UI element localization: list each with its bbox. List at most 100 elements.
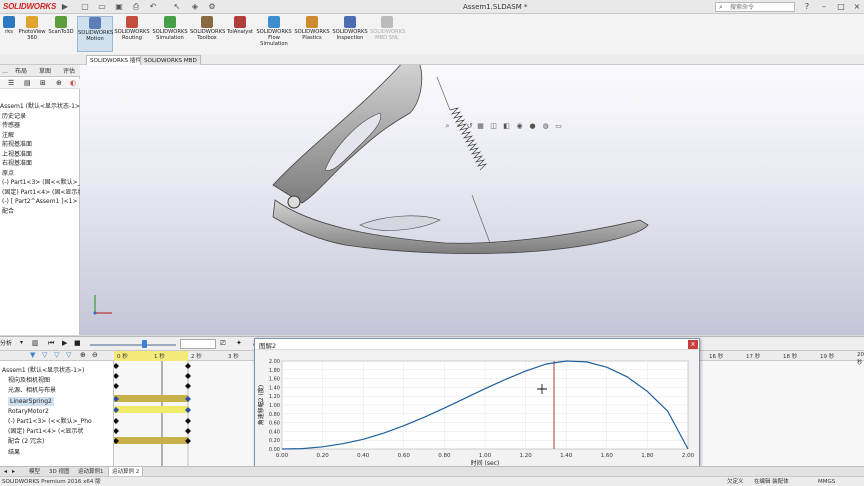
graphics-viewport[interactable]: ⌕ ⌕ ↺ ▦ ◫ ◧ ◉ ● ◍ ▭ bbox=[80, 65, 864, 335]
feature-tree-item[interactable]: 右视基准面 bbox=[2, 159, 32, 168]
keyframe-diamond[interactable] bbox=[114, 418, 119, 424]
open-icon[interactable]: ▭ bbox=[97, 2, 107, 12]
solidworks-logo[interactable]: SOLIDWORKS bbox=[3, 2, 56, 11]
feature-tree-item[interactable]: (固定) Part1<4> (固<显示状 bbox=[2, 188, 83, 197]
filter-selected-icon[interactable]: ▽ bbox=[66, 351, 71, 359]
motion-tree-item[interactable]: 配合 (2 冗余) bbox=[8, 437, 44, 446]
help-icon[interactable]: ? bbox=[800, 1, 814, 13]
tab-evaluate[interactable]: 评估 bbox=[58, 66, 80, 77]
keyframe-diamond[interactable] bbox=[114, 383, 119, 389]
feature-tree-item[interactable]: (-) Part1<3> (固<<默认>_Pho bbox=[2, 178, 92, 187]
ribbon-button-7[interactable]: TolAnalyst bbox=[226, 16, 254, 52]
play-icon[interactable]: ▶ bbox=[62, 339, 67, 347]
tab-solidworks-addins[interactable]: SOLIDWORKS 插件 bbox=[86, 55, 146, 65]
calculate-icon[interactable]: ▥ bbox=[32, 339, 39, 347]
title-bar: SOLIDWORKS ▶ ▢ ▭ ▣ ⎙ ↶ ↖ ◈ ⚙ Assem1.SLDA… bbox=[0, 0, 864, 14]
keyframe-diamond[interactable] bbox=[185, 383, 191, 389]
undo-icon[interactable]: ↶ bbox=[148, 2, 158, 12]
feature-tree-item[interactable]: 配合 bbox=[2, 207, 14, 216]
property-icon[interactable]: ▤ bbox=[24, 79, 31, 87]
filter-icon[interactable]: ▼ bbox=[30, 351, 35, 359]
ribbon-button-4[interactable]: SOLIDWORKS Routing bbox=[114, 16, 150, 52]
dropdown-chevron-icon[interactable]: ▾ bbox=[20, 339, 23, 346]
x-tick-label: 1.00 bbox=[479, 453, 492, 459]
feature-tree-item[interactable]: 原点 bbox=[2, 169, 14, 178]
pliers-model[interactable] bbox=[80, 65, 864, 335]
ribbon-button-10[interactable]: SOLIDWORKS Inspection bbox=[332, 16, 368, 52]
feature-tree-item[interactable]: Assem1 (默认<显示状态-1>) bbox=[0, 102, 82, 111]
feature-tree-item[interactable]: 上视基准面 bbox=[2, 150, 32, 159]
graph-title-bar[interactable]: 图解2 bbox=[255, 339, 699, 350]
select-icon[interactable]: ↖ bbox=[172, 2, 182, 12]
config-icon[interactable]: ⊞ bbox=[40, 79, 46, 87]
filter-driving-icon[interactable]: ▽ bbox=[54, 351, 59, 359]
feature-tree-icon[interactable]: ☰ bbox=[8, 79, 14, 87]
zoom-in-icon[interactable]: ⊕ bbox=[80, 351, 86, 359]
restore-button[interactable]: □ bbox=[834, 1, 848, 13]
search-input[interactable]: ⌕ 搜索命令 bbox=[715, 2, 795, 12]
ribbon-button-11[interactable]: SOLIDWORKS MBD SNL bbox=[370, 16, 405, 52]
keyframe-diamond[interactable] bbox=[185, 363, 191, 369]
filter-animated-icon[interactable]: ▽ bbox=[42, 351, 47, 359]
keyframe-diamond[interactable] bbox=[114, 373, 119, 379]
ribbon-button-1[interactable]: PhotoView 360 bbox=[18, 16, 46, 52]
status-bar: SOLIDWORKS Premium 2016 x64 版 欠定义 在编辑 装配… bbox=[0, 476, 864, 486]
motion-tree-item[interactable]: (-) Part1<3> (<<默认>_Pho bbox=[8, 417, 92, 426]
keyframe-diamond[interactable] bbox=[114, 363, 119, 369]
stop-icon[interactable]: ■ bbox=[74, 339, 81, 347]
playback-speed-select[interactable] bbox=[180, 339, 216, 349]
save-icon[interactable]: ▣ bbox=[114, 2, 124, 12]
tab-overflow[interactable]: … bbox=[0, 66, 10, 77]
minimize-button[interactable]: – bbox=[817, 1, 831, 13]
zoom-out-icon[interactable]: ⊖ bbox=[92, 351, 98, 359]
feature-tree-item[interactable]: 历史记录 bbox=[2, 112, 26, 121]
rebuild-icon[interactable]: ◈ bbox=[190, 2, 200, 12]
status-edit-mode[interactable]: 在编辑 装配体 bbox=[754, 478, 789, 486]
graph-close-button[interactable]: x bbox=[688, 340, 698, 349]
motion-tree-item[interactable]: (固定) Part1<4> (<显示状 bbox=[8, 427, 83, 436]
dimxpert-icon[interactable]: ⊕ bbox=[56, 79, 62, 87]
new-icon[interactable]: ▢ bbox=[80, 2, 90, 12]
play-from-start-icon[interactable]: ⏮ bbox=[48, 339, 54, 348]
tab-solidworks-mbd[interactable]: SOLIDWORKS MBD bbox=[140, 55, 201, 65]
ribbon-addin-icon bbox=[201, 16, 213, 28]
ribbon-button-label: Simulation bbox=[260, 41, 288, 47]
keyframe-diamond[interactable] bbox=[114, 428, 119, 434]
save-animation-icon[interactable]: ⎚ bbox=[220, 339, 226, 348]
results-graph-window[interactable]: 图解2 x 0.00 0.20 0.40 0.60 0.80 1.00 1.20 1.40 1.… bbox=[254, 338, 700, 474]
ribbon-button-5[interactable]: SOLIDWORKS Simulation bbox=[152, 16, 188, 52]
keyframe-diamond[interactable] bbox=[185, 418, 191, 424]
animation-wizard-icon[interactable]: ✦ bbox=[236, 339, 242, 347]
tab-layout[interactable]: 布局 bbox=[10, 66, 32, 77]
ribbon-button-6[interactable]: SOLIDWORKS Toolbox bbox=[190, 16, 225, 52]
keyframe-diamond[interactable] bbox=[185, 428, 191, 434]
feature-tree-item[interactable]: 注解 bbox=[2, 131, 14, 140]
play-arrow-icon[interactable]: ▶ bbox=[60, 2, 70, 12]
ribbon-button-8[interactable]: SOLIDWORKS Flow Simulation bbox=[256, 16, 292, 52]
motion-tree-item[interactable]: Assem1 (默认<显示状态-1>) bbox=[2, 366, 84, 375]
options-icon[interactable]: ⚙ bbox=[207, 2, 217, 12]
motion-tree-item[interactable]: 视向及相机视图 bbox=[8, 376, 50, 385]
motion-tree-item[interactable]: LinearSpring2 bbox=[8, 396, 54, 406]
feature-tree-item[interactable]: 前视基准面 bbox=[2, 140, 32, 149]
motion-tree-item[interactable]: RotaryMotor2 bbox=[8, 407, 49, 416]
ribbon-button-0[interactable]: rks bbox=[0, 16, 18, 52]
tab-sketch[interactable]: 草图 bbox=[34, 66, 56, 77]
ribbon-button-3[interactable]: SOLIDWORKS Motion bbox=[77, 16, 113, 52]
motion-tree-item[interactable]: 结果 bbox=[8, 448, 20, 457]
display-icon[interactable]: ◐ bbox=[70, 79, 76, 87]
ribbon-button-label: Simulation bbox=[156, 35, 184, 41]
panel-icon-row: ☰ ▤ ⊞ ⊕ ◐ bbox=[0, 79, 80, 89]
x-tick-label: 0.40 bbox=[357, 453, 370, 459]
study-type-select[interactable]: 分析 bbox=[0, 339, 32, 349]
playback-slider[interactable] bbox=[90, 344, 176, 346]
keyframe-diamond[interactable] bbox=[185, 373, 191, 379]
motion-tree-item[interactable]: 光源、相机与布景 bbox=[8, 386, 56, 395]
print-icon[interactable]: ⎙ bbox=[131, 2, 141, 12]
slider-thumb[interactable] bbox=[142, 340, 147, 348]
ribbon-button-2[interactable]: ScanTo3D bbox=[47, 16, 75, 52]
ribbon-button-9[interactable]: SOLIDWORKS Plastics bbox=[294, 16, 330, 52]
status-units[interactable]: MMGS bbox=[818, 478, 835, 486]
close-button[interactable]: × bbox=[850, 1, 864, 13]
feature-tree-item[interactable]: 传感器 bbox=[2, 121, 20, 130]
